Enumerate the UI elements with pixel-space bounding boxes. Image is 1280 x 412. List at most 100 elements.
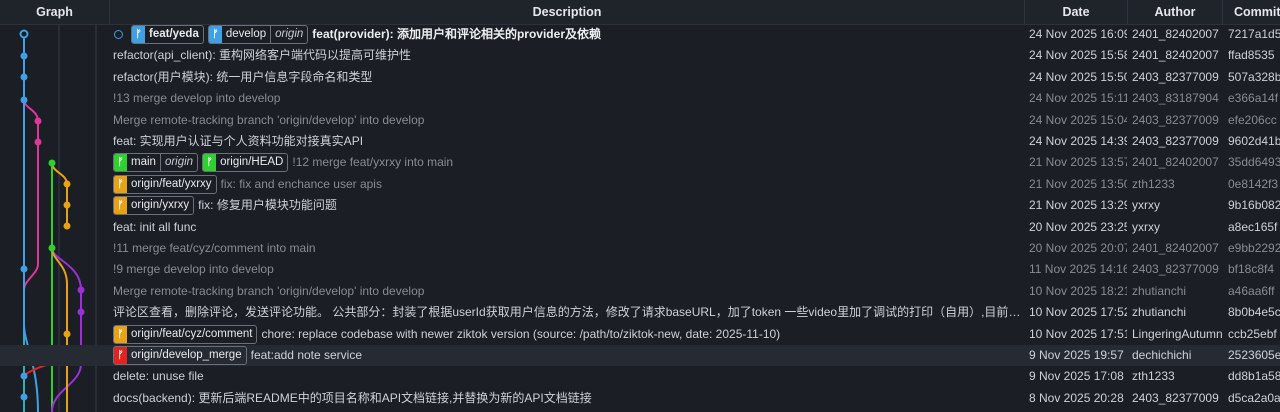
commit-row[interactable]: ᚠ main origin ᚠ origin/HEAD !12 merge feat/yx… (0, 152, 1280, 173)
commit-author: 2403_82377009 (1132, 112, 1219, 127)
commit-hash: a46aa6ff (1228, 283, 1275, 298)
branch-icon: ᚠ (114, 175, 127, 193)
commit-description: refactor(用户模块): 统一用户信息字段命名和类型 (113, 67, 1022, 88)
branch-name: origin/develop_merge (131, 349, 242, 361)
commit-row[interactable]: ᚠ origin/feat/cyz/comment chore: replace c… (0, 324, 1280, 345)
graph-column-header[interactable]: Graph (0, 0, 110, 24)
commit-date: 20 Nov 2025 23:25 (1029, 219, 1127, 234)
branch-label[interactable]: ᚠ origin/develop_merge (113, 346, 247, 365)
commit-date: 20 Nov 2025 20:07 (1029, 241, 1127, 255)
commit-message: !9 merge develop into develop (113, 262, 274, 277)
commit-description: Merge remote-tracking branch 'origin/dev… (113, 281, 1022, 302)
commit-hash: ccb25ebf (1228, 326, 1277, 341)
commit-message: !13 merge develop into develop (113, 91, 281, 106)
commit-author: dechichichi (1132, 348, 1192, 362)
branch-icon: ᚠ (203, 154, 217, 172)
commit-date: 10 Nov 2025 18:21 (1029, 283, 1127, 298)
commit-date: 21 Nov 2025 13:29 (1029, 198, 1127, 213)
commit-date: 24 Nov 2025 15:11 (1029, 91, 1127, 106)
commit-row[interactable]: !11 merge feat/cyz/comment into main 20 N… (0, 238, 1280, 259)
column-header: Graph Description Date Author Commit (0, 0, 1280, 25)
commit-description: refactor(api_client): 重构网络客户端代码以提高可维护性 (113, 45, 1022, 66)
commit-row[interactable]: delete: unuse file 9 Nov 2025 17:08 zth123… (0, 366, 1280, 387)
commit-description: Merge remote-tracking branch 'origin/dev… (113, 110, 1022, 131)
branch-name: origin/yxrxy (131, 199, 190, 212)
commit-author: 2401_82402007 (1132, 155, 1219, 170)
commit-description: ᚠ origin/feat/yxrxy fix: fix and enchance … (113, 174, 1022, 195)
branch-label[interactable]: ᚠ main origin (113, 153, 199, 173)
commit-author: 2403_83187904 (1132, 91, 1219, 106)
branch-icon: ᚠ (114, 154, 127, 172)
commit-row[interactable]: refactor(api_client): 重构网络客户端代码以提高可维护性 24… (0, 45, 1280, 66)
commit-date: 21 Nov 2025 13:50 (1029, 176, 1127, 191)
commit-description: ᚠ origin/develop_merge feat:add note servi… (113, 345, 1022, 366)
head-indicator-icon (114, 30, 123, 39)
commit-row[interactable]: ᚠ origin/yxrxy fix: 修复用户模块功能问题 21 Nov 2025 … (0, 195, 1280, 216)
commit-hash: 35dd6493 (1228, 155, 1280, 170)
commit-author: LingeringAutumn (1132, 326, 1222, 341)
branch-name: feat/yeda (149, 28, 199, 40)
commit-hash: 9602d41b (1228, 134, 1280, 148)
commit-message: Merge remote-tracking branch 'origin/dev… (113, 112, 425, 127)
branch-icon: ᚠ (132, 26, 145, 43)
commit-author: 2403_82377009 (1132, 69, 1219, 84)
commit-row[interactable]: feat: 实现用户认证与个人资料功能对接真实API 24 Nov 2025 14… (0, 131, 1280, 152)
branch-icon: ᚠ (114, 197, 127, 215)
commit-row[interactable]: !13 merge develop into develop 24 Nov 202… (0, 88, 1280, 109)
commit-author: 2403_82377009 (1132, 390, 1219, 405)
commit-message: 评论区查看，删除评论，发送评论功能。 公共部分：封装了根据userId获取用户信… (113, 305, 1022, 320)
description-column-header[interactable]: Description (110, 0, 1025, 24)
commit-hash: e9bb2292 (1228, 241, 1280, 255)
commit-row[interactable]: ᚠ feat/yeda ᚠ develop origin feat(provider): … (0, 24, 1280, 45)
commit-hash: ffad8535 (1228, 48, 1275, 63)
branch-label[interactable]: ᚠ feat/yeda (131, 25, 204, 44)
commit-message: docs(backend): 更新后端README中的项目名称和API文档链接,… (113, 390, 592, 405)
commit-author: zth1233 (1132, 369, 1175, 384)
commit-author: zth1233 (1132, 176, 1175, 191)
branch-icon: ᚠ (114, 325, 127, 343)
commit-row[interactable]: ᚠ origin/feat/yxrxy fix: fix and enchance … (0, 174, 1280, 195)
commit-row[interactable]: Merge remote-tracking branch 'origin/dev… (0, 110, 1280, 131)
branch-icon: ᚠ (208, 26, 222, 43)
commit-date: 24 Nov 2025 15:58 (1029, 48, 1127, 63)
commit-row[interactable]: refactor(用户模块): 统一用户信息字段命名和类型 24 Nov 2025… (0, 67, 1280, 88)
commit-hash: bf18c8f4 (1228, 262, 1275, 277)
branch-name: develop (225, 28, 267, 40)
commit-column-header[interactable]: Commit (1223, 0, 1280, 24)
commit-description: !11 merge feat/cyz/comment into main (113, 238, 1022, 259)
branch-label[interactable]: ᚠ origin/feat/yxrxy (113, 174, 217, 194)
branch-label[interactable]: ᚠ origin/yxrxy (113, 196, 195, 216)
commit-date: 24 Nov 2025 16:09 (1029, 27, 1127, 41)
commit-description: 评论区查看，删除评论，发送评论功能。 公共部分：封装了根据userId获取用户信… (113, 302, 1022, 323)
commit-date: 24 Nov 2025 14:39 (1029, 134, 1127, 148)
commit-description: feat: 实现用户认证与个人资料功能对接真实API (113, 131, 1022, 152)
commit-row[interactable]: feat: init all func 20 Nov 2025 23:25 yxrx… (0, 217, 1280, 238)
commit-description: delete: unuse file (113, 366, 1022, 387)
commit-date: 8 Nov 2025 20:28 (1029, 390, 1124, 405)
commit-row[interactable]: ᚠ origin/develop_merge feat:add note servi… (0, 345, 1280, 366)
commit-row[interactable]: docs(backend): 更新后端README中的项目名称和API文档链接,… (0, 388, 1280, 409)
commit-author: 2401_82402007 (1132, 27, 1219, 41)
commit-date: 11 Nov 2025 14:16 (1029, 262, 1127, 277)
commit-description: ᚠ feat/yeda ᚠ develop origin feat(provider): … (113, 24, 1022, 45)
branch-label[interactable]: ᚠ origin/feat/cyz/comment (113, 324, 258, 344)
commit-hash: e366a14f (1228, 91, 1279, 106)
remote-name: origin (159, 154, 197, 172)
commit-description: !13 merge develop into develop (113, 88, 1022, 109)
branch-icon: ᚠ (114, 347, 127, 364)
commit-row[interactable]: Merge remote-tracking branch 'origin/dev… (0, 281, 1280, 302)
branch-label[interactable]: ᚠ develop origin (207, 25, 309, 44)
date-column-header[interactable]: Date (1025, 0, 1128, 24)
commit-date: 10 Nov 2025 17:51 (1029, 326, 1127, 341)
commit-author: 2403_82377009 (1132, 134, 1219, 148)
commit-description: ᚠ origin/yxrxy fix: 修复用户模块功能问题 (113, 195, 1022, 216)
commit-date: 10 Nov 2025 17:52 (1029, 305, 1127, 320)
commit-hash: 9b16b082 (1228, 198, 1280, 213)
commit-author: yxrxy (1132, 198, 1160, 213)
author-column-header[interactable]: Author (1128, 0, 1223, 24)
commit-message: !11 merge feat/cyz/comment into main (113, 241, 316, 255)
commit-hash: 7217a1d5 (1228, 27, 1280, 41)
commit-row[interactable]: 评论区查看，删除评论，发送评论功能。 公共部分：封装了根据userId获取用户信… (0, 302, 1280, 323)
branch-label[interactable]: ᚠ origin/HEAD (202, 153, 289, 173)
commit-row[interactable]: !9 merge develop into develop 11 Nov 2025… (0, 259, 1280, 280)
